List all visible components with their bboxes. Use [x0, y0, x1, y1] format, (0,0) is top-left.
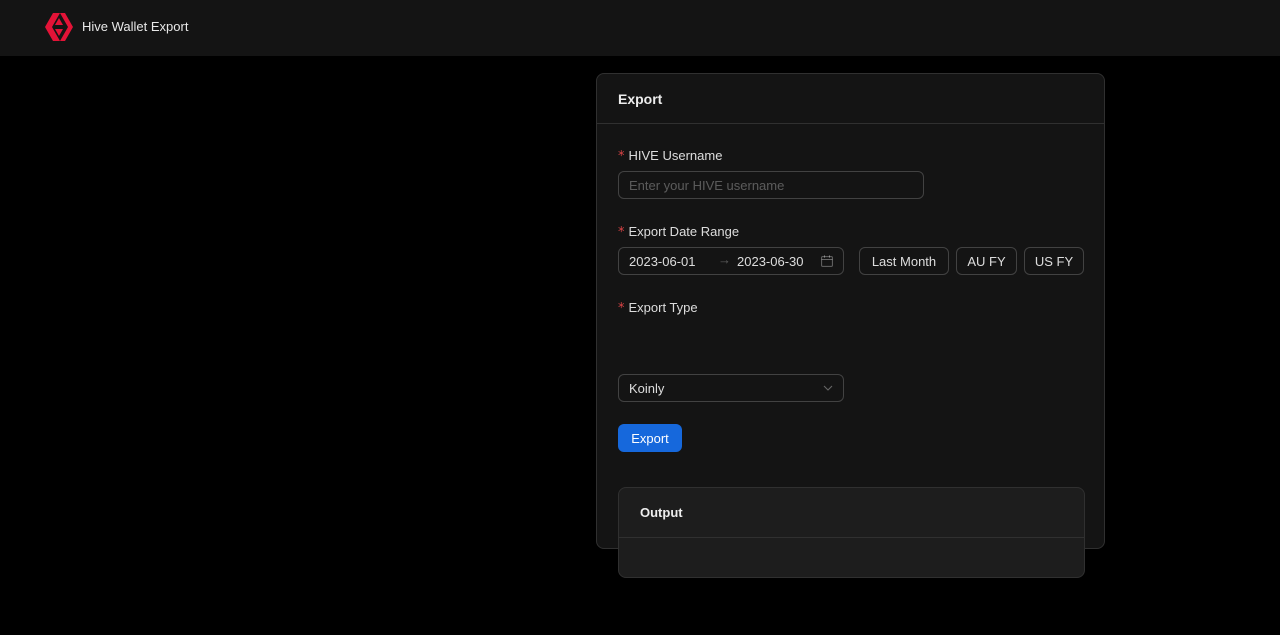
output-card: Output — [618, 487, 1085, 578]
top-bar: Hive Wallet Export — [0, 0, 1280, 56]
date-range-picker[interactable]: 2023-06-01 → 2023-06-30 — [618, 247, 844, 275]
export-type-value: Koinly — [629, 381, 665, 396]
export-type-label-text: Export Type — [628, 300, 698, 315]
username-label: * HIVE Username — [618, 148, 722, 164]
start-date[interactable]: 2023-06-01 — [629, 254, 696, 269]
required-mark: * — [618, 149, 625, 164]
output-title: Output — [640, 505, 683, 520]
export-card: Export *HIVE Username *Export Date Range… — [596, 73, 1105, 578]
hive-logo-icon[interactable] — [44, 13, 74, 41]
calendar-icon — [821, 255, 833, 267]
last-month-button[interactable]: Last Month — [859, 247, 949, 275]
output-card-header: Output — [619, 488, 1084, 538]
export-type-label: * Export Type — [618, 300, 698, 316]
date-range-label: * Export Date Range — [618, 224, 739, 240]
export-type-select[interactable]: Koinly — [618, 374, 844, 402]
range-arrow-icon: → — [718, 252, 731, 267]
app-title: Hive Wallet Export — [82, 19, 189, 34]
date-range-label-text: Export Date Range — [628, 224, 740, 239]
end-date[interactable]: 2023-06-30 — [737, 254, 804, 269]
username-label-text: HIVE Username — [628, 148, 723, 163]
au-fy-button[interactable]: AU FY — [956, 247, 1017, 275]
required-mark: * — [618, 301, 625, 316]
username-input[interactable] — [618, 171, 924, 199]
chevron-down-icon — [823, 385, 833, 391]
us-fy-button[interactable]: US FY — [1024, 247, 1084, 275]
export-card-title: Export — [618, 90, 663, 107]
export-button[interactable]: Export — [618, 424, 682, 452]
export-card-header: Export — [597, 74, 1104, 124]
required-mark: * — [618, 225, 625, 240]
